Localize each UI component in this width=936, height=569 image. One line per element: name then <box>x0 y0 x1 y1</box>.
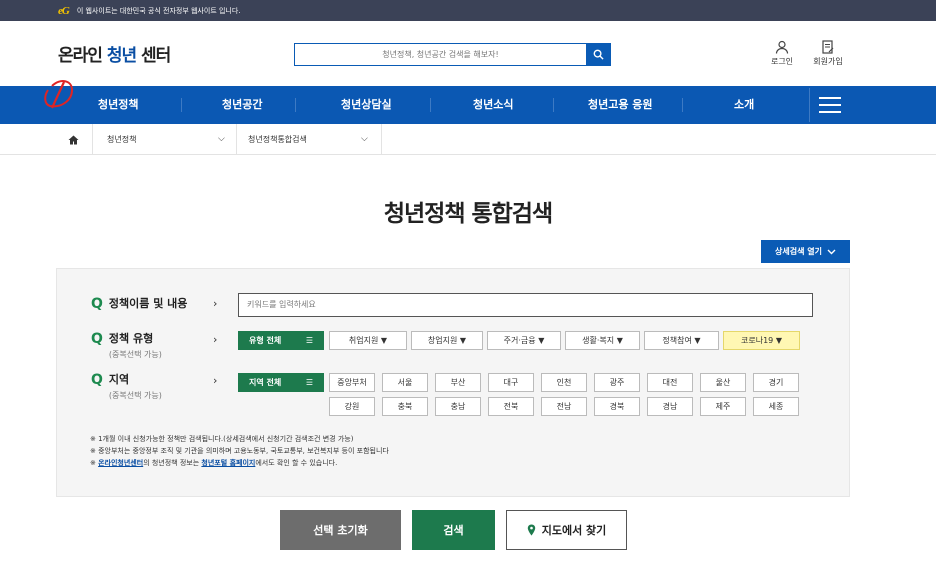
search-notes: ※ 1개월 이내 신청가능한 정책만 검색됩니다.(상세검색에서 신청기간 검색… <box>90 433 389 469</box>
chevron-down-icon[interactable]: ⌵ <box>361 124 368 155</box>
detail-search-toggle-button[interactable]: 상세검색 열기 <box>761 240 850 263</box>
home-icon[interactable] <box>68 124 79 155</box>
list-icon: ☰ <box>305 378 313 387</box>
list-icon: ☰ <box>305 336 313 345</box>
nav-divider <box>295 98 296 112</box>
type-select-covid19[interactable]: 코로나19 ▼ <box>723 331 800 350</box>
chevron-down-icon <box>827 249 836 254</box>
login-link[interactable]: 로그인 <box>760 40 804 67</box>
region-chip-central[interactable]: 중앙부처 <box>329 373 375 392</box>
nav-divider <box>181 98 182 112</box>
nav-divider <box>682 98 683 112</box>
note-line: ※ 온라인청년센터의 청년정책 정보는 청년포털 홈페이지에서도 확인 할 수 … <box>90 459 338 467</box>
region-chip-gyeonggi[interactable]: 경기 <box>753 373 799 392</box>
type-select-startup[interactable]: 창업지원 ▼ <box>411 331 483 350</box>
chevron-right-icon: › <box>213 374 218 387</box>
search-input[interactable] <box>295 44 586 65</box>
signup-form-icon <box>822 40 834 54</box>
search-icon: Q <box>91 296 103 312</box>
hamburger-line <box>818 104 841 106</box>
egov-logo: eG <box>58 4 70 17</box>
main-nav: 청년정책 청년공간 청년상담실 청년소식 청년고용 응원 소개 <box>0 86 936 124</box>
menu-button[interactable] <box>809 88 849 122</box>
nav-divider <box>430 98 431 112</box>
region-chip-daejeon[interactable]: 대전 <box>647 373 693 392</box>
gov-banner-text: 이 웹사이트는 대한민국 공식 전자정부 웹사이트 입니다. <box>76 6 241 15</box>
breadcrumb-divider <box>381 124 382 155</box>
youth-portal-link[interactable]: 청년포털 홈페이지 <box>201 459 255 467</box>
keyword-input[interactable]: 키워드를 입력하세요 <box>238 293 813 317</box>
caret-down-icon: ▼ <box>616 336 623 345</box>
breadcrumb-level2[interactable]: 청년정책통합검색 <box>248 124 307 155</box>
region-chip-daegu[interactable]: 대구 <box>488 373 534 392</box>
red-annotation-mark <box>44 80 74 109</box>
region-chip-seoul[interactable]: 서울 <box>382 373 428 392</box>
nav-item-employment[interactable]: 청년고용 응원 <box>588 86 653 124</box>
type-select-participation[interactable]: 정책참여 ▼ <box>644 331 719 350</box>
caret-down-icon: ▼ <box>694 336 701 345</box>
nav-item-youth-space[interactable]: 청년공간 <box>222 86 262 124</box>
search-submit-button[interactable]: 검색 <box>412 510 495 550</box>
signup-link[interactable]: 회원가입 <box>806 40 850 67</box>
chevron-right-icon: › <box>213 333 218 346</box>
hamburger-line <box>818 111 841 113</box>
search-button[interactable] <box>586 44 610 65</box>
caret-down-icon: ▼ <box>775 336 782 345</box>
type-all-button[interactable]: 유형 전체 ☰ <box>238 331 324 350</box>
keyword-row-label: Q 정책이름 및 내용 <box>91 296 188 312</box>
hamburger-line <box>818 97 841 99</box>
chevron-down-icon[interactable]: ⌵ <box>218 124 225 155</box>
region-chip-gangwon[interactable]: 강원 <box>329 397 375 416</box>
detail-search-label: 상세검색 열기 <box>775 247 822 256</box>
chevron-right-icon: › <box>213 297 218 310</box>
region-all-button[interactable]: 지역 전체 ☰ <box>238 373 324 392</box>
caret-down-icon: ▼ <box>380 336 388 345</box>
caret-down-icon: ▼ <box>459 336 467 345</box>
region-chip-ulsan[interactable]: 울산 <box>700 373 746 392</box>
breadcrumb-divider <box>236 124 237 155</box>
page-title: 청년정책 통합검색 <box>383 201 553 227</box>
type-select-welfare[interactable]: 생활·복지 ▼ <box>565 331 640 350</box>
region-chip-jeonnam[interactable]: 전남 <box>541 397 587 416</box>
region-chip-chungnam[interactable]: 충남 <box>435 397 481 416</box>
breadcrumb: 청년정책 ⌵ 청년정책통합검색 ⌵ <box>0 124 936 155</box>
nav-item-news[interactable]: 청년소식 <box>473 86 513 124</box>
region-chip-sejong[interactable]: 세종 <box>753 397 799 416</box>
nav-item-about[interactable]: 소개 <box>734 86 754 124</box>
region-chip-jeonbuk[interactable]: 전북 <box>488 397 534 416</box>
note-line: ※ 중앙부처는 중앙정부 조직 및 기관을 의미하며 고용노동부, 국토교통부,… <box>90 447 389 455</box>
map-search-button[interactable]: 지도에서 찾기 <box>506 510 627 550</box>
nav-item-counseling[interactable]: 청년상담실 <box>341 86 392 124</box>
map-pin-icon <box>527 524 535 536</box>
search-icon: Q <box>91 331 103 347</box>
breadcrumb-divider <box>92 124 93 155</box>
breadcrumb-level1[interactable]: 청년정책 <box>107 124 136 155</box>
region-chip-gwangju[interactable]: 광주 <box>594 373 640 392</box>
type-select-employment[interactable]: 취업지원 ▼ <box>329 331 407 350</box>
header-search <box>294 43 611 66</box>
nav-divider <box>553 98 554 112</box>
region-chip-jeju[interactable]: 제주 <box>700 397 746 416</box>
type-row-label: Q 정책 유형 (중복선택 가능) <box>91 331 162 359</box>
login-label: 로그인 <box>770 57 794 66</box>
region-chip-gyeongbuk[interactable]: 경북 <box>594 397 640 416</box>
search-icon <box>593 49 604 60</box>
caret-down-icon: ▼ <box>538 336 545 345</box>
region-chip-gyeongnam[interactable]: 경남 <box>647 397 693 416</box>
region-chip-incheon[interactable]: 인천 <box>541 373 587 392</box>
youth-center-link[interactable]: 온라인청년센터 <box>98 459 143 467</box>
region-chip-busan[interactable]: 부산 <box>435 373 481 392</box>
type-select-housing[interactable]: 주거·금융 ▼ <box>487 331 561 350</box>
region-chip-chungbuk[interactable]: 충북 <box>382 397 428 416</box>
map-search-label: 지도에서 찾기 <box>541 524 607 537</box>
note-line: ※ 1개월 이내 신청가능한 정책만 검색됩니다.(상세검색에서 신청기간 검색… <box>90 435 354 443</box>
gov-banner: eG 이 웹사이트는 대한민국 공식 전자정부 웹사이트 입니다. <box>0 0 936 21</box>
site-logo[interactable]: 온라인 청년 센터 <box>58 41 171 66</box>
region-row-label: Q 지역 (중복선택 가능) <box>91 372 162 400</box>
signup-label: 회원가입 <box>813 57 843 66</box>
search-icon: Q <box>91 372 103 388</box>
nav-item-youth-policy[interactable]: 청년정책 <box>98 86 138 124</box>
reset-button[interactable]: 선택 초기화 <box>280 510 401 550</box>
user-icon <box>775 40 789 54</box>
